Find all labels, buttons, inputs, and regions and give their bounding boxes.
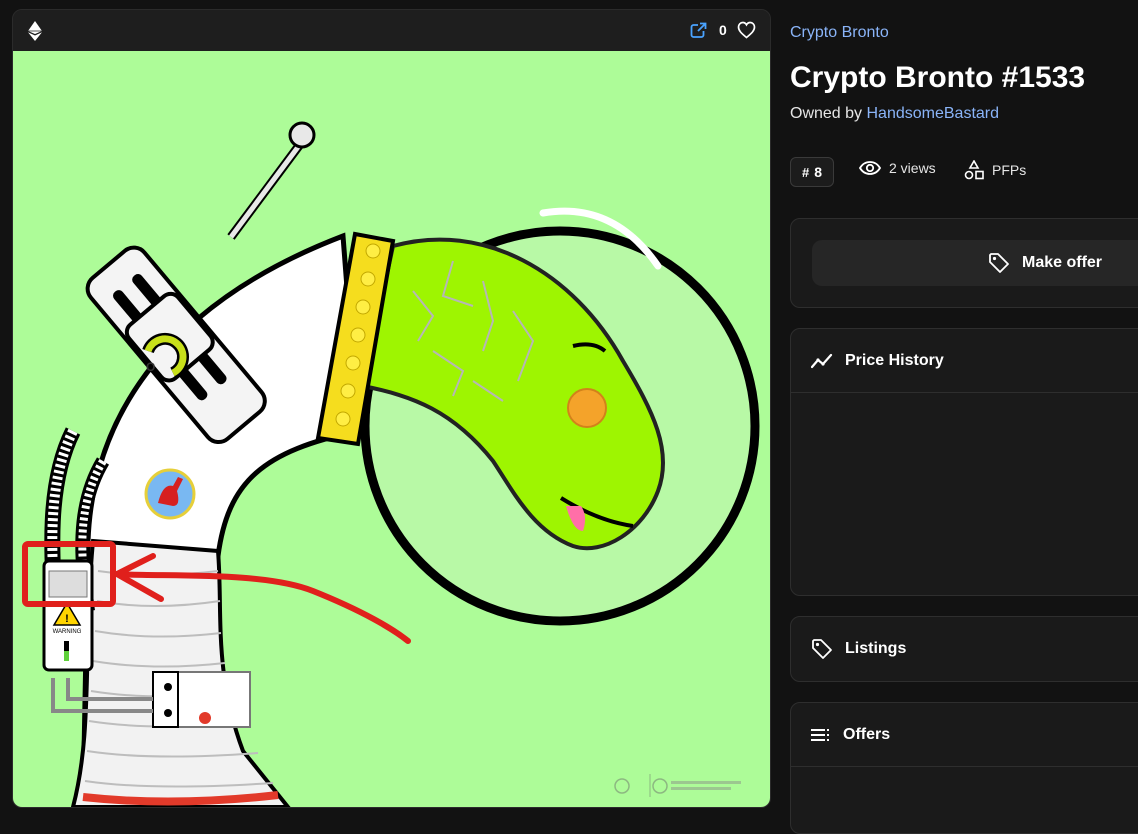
owner-link[interactable]: HandsomeBastard <box>867 105 1000 122</box>
external-link-icon[interactable] <box>690 22 707 39</box>
ethereum-icon <box>28 21 42 41</box>
bronto-illustration: O ! WARNING <box>22 121 760 807</box>
tag-icon <box>989 253 1009 273</box>
nft-artwork: O ! WARNING <box>13 51 770 807</box>
listings-label: Listings <box>845 640 907 657</box>
category-stat[interactable]: PFPs <box>964 160 1026 180</box>
offers-label: Offers <box>843 725 891 743</box>
listings-panel: Listings <box>790 616 1138 682</box>
nft-title: Crypto Bronto #1533 <box>790 61 1086 94</box>
owned-by-label: Owned by <box>790 105 863 122</box>
price-history-panel: Price History <box>790 328 1138 596</box>
heart-icon[interactable] <box>737 21 756 39</box>
offers-header[interactable]: Offers <box>791 703 1138 767</box>
warning-label: WARNING <box>53 629 82 635</box>
card-header: 0 <box>13 10 770 51</box>
tag-icon <box>812 639 832 659</box>
list-icon <box>811 728 829 741</box>
favorite-count: 0 <box>719 22 727 38</box>
svg-text:O: O <box>146 360 155 374</box>
owner-line: Owned by HandsomeBastard <box>790 105 999 123</box>
views-stat: 2 views <box>859 160 936 176</box>
make-offer-button[interactable]: Make offer <box>812 240 1138 286</box>
offer-panel: Make offer <box>790 218 1138 308</box>
rank-badge: # 8 <box>790 157 834 187</box>
rank-value: 8 <box>814 164 823 180</box>
nft-image-card: 0 O ! WARNING <box>12 9 771 808</box>
price-history-header[interactable]: Price History <box>791 329 1138 393</box>
views-label: 2 views <box>889 160 936 176</box>
eye-icon <box>859 161 881 175</box>
collection-link[interactable]: Crypto Bronto <box>790 24 889 42</box>
svg-text:!: ! <box>65 613 69 625</box>
dino-cheek <box>567 388 607 428</box>
price-history-label: Price History <box>845 351 944 369</box>
antenna-ball <box>288 121 316 149</box>
trend-line-icon <box>811 353 833 368</box>
shapes-icon <box>964 160 984 180</box>
nft-details: Crypto Bronto Crypto Bronto #1533 Owned … <box>790 0 1138 834</box>
artist-watermark <box>614 774 741 797</box>
listings-header[interactable]: Listings <box>791 617 1138 681</box>
offers-panel: Offers <box>790 702 1138 834</box>
category-label: PFPs <box>992 162 1027 178</box>
make-offer-label: Make offer <box>1022 254 1103 271</box>
rank-symbol: # <box>801 164 810 180</box>
